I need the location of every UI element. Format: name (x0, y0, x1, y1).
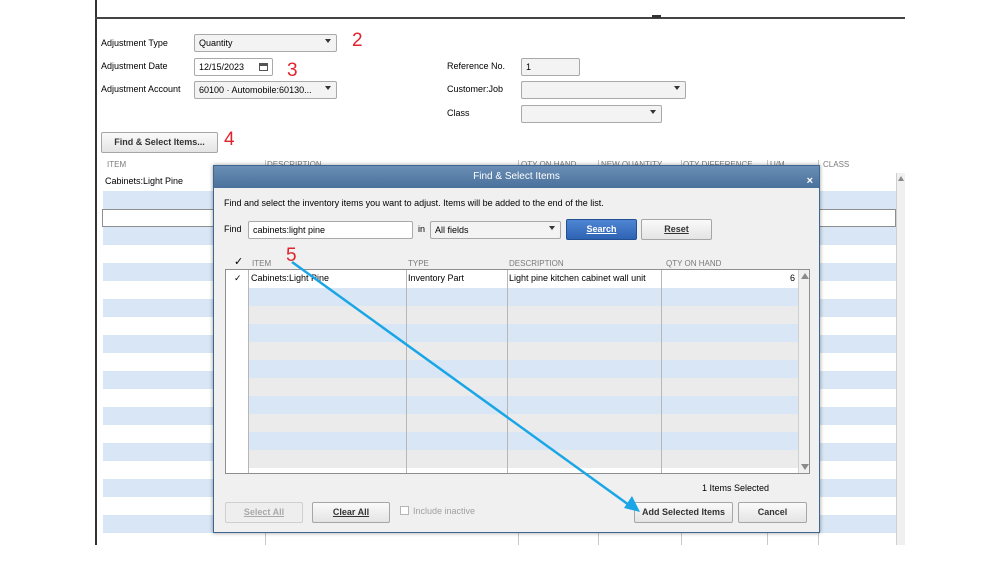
annotation-arrow (291, 260, 640, 512)
